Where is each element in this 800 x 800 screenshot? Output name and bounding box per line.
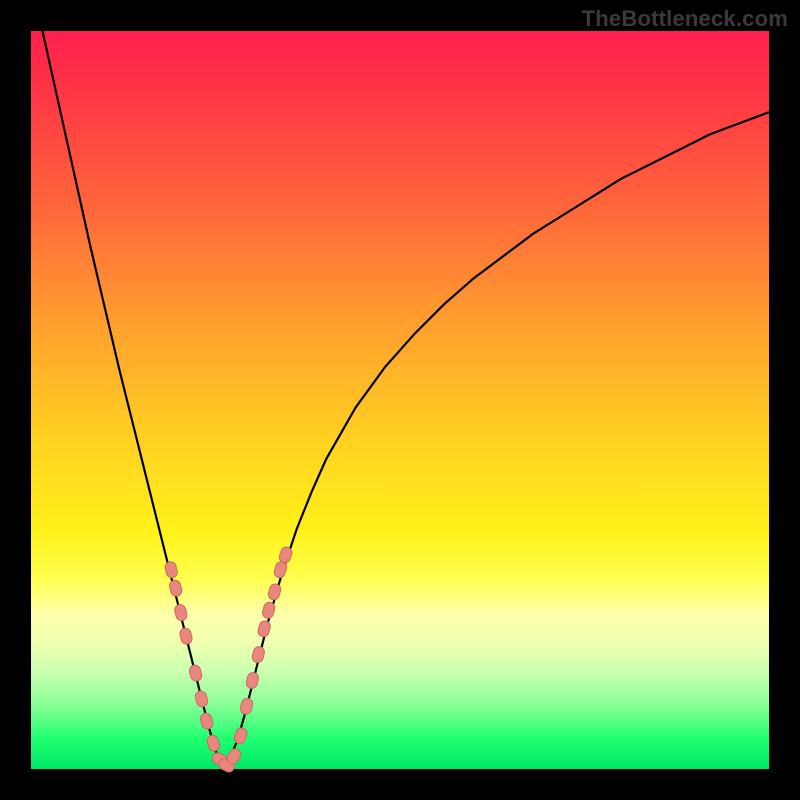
sample-point [239,697,254,715]
sample-point [257,620,272,638]
sample-point [205,734,221,753]
sample-point [233,726,248,745]
sample-point [199,712,214,730]
plot-area [31,31,769,769]
sample-point [188,664,203,682]
sample-point [174,603,189,621]
sample-point [251,646,266,664]
chart-frame: TheBottleneck.com [0,0,800,800]
sample-point [164,561,179,579]
sample-point [267,583,282,601]
watermark-label: TheBottleneck.com [582,6,788,32]
sample-point [168,579,183,597]
sample-point [245,671,260,689]
bottleneck-curve [31,0,769,765]
sample-point [179,627,194,645]
sample-point [194,690,209,708]
sample-points-group [164,546,293,774]
chart-svg [31,31,769,769]
